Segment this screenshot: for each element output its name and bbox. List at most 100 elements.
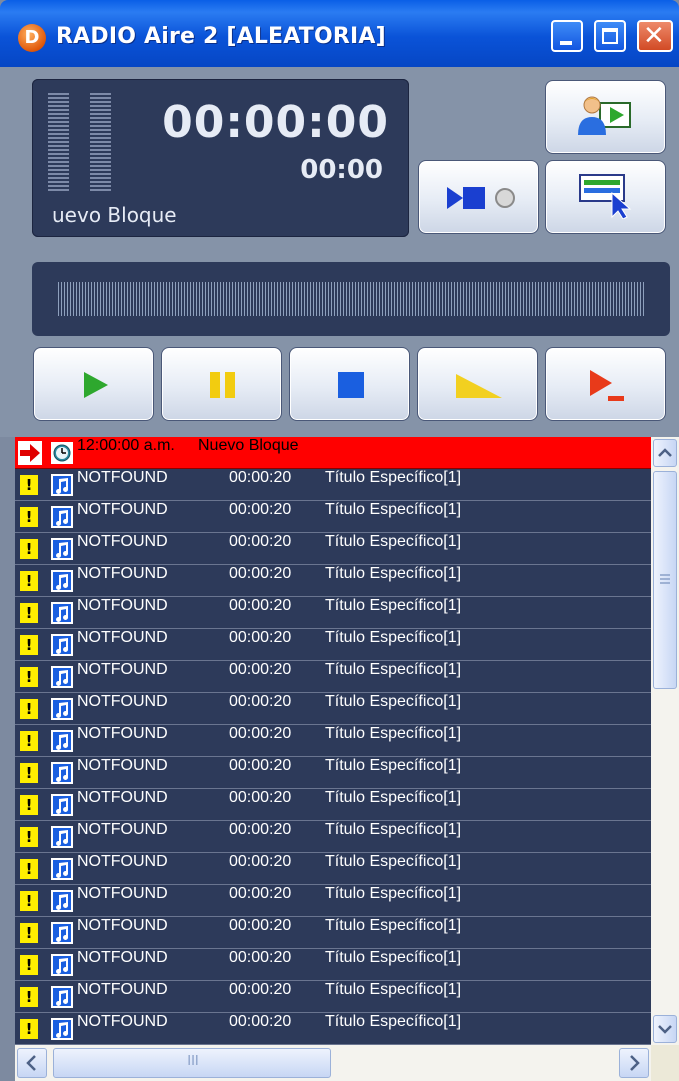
pause-icon <box>210 372 235 398</box>
row-duration: 00:00:20 <box>229 501 292 518</box>
clock-icon <box>51 442 73 464</box>
row-status: NOTFOUND <box>77 565 168 582</box>
close-icon: ✕ <box>643 21 665 51</box>
scroll-down-button[interactable] <box>653 1015 677 1043</box>
row-duration: 00:00:20 <box>229 469 292 486</box>
size-grip[interactable] <box>651 1045 679 1081</box>
warning-icon: ! <box>20 795 38 815</box>
row-title: Título Específico[1] <box>325 661 462 678</box>
row-title: Título Específico[1] <box>325 693 462 710</box>
play-stop-mode-button[interactable] <box>418 160 539 234</box>
music-note-icon <box>51 762 73 784</box>
vu-meter-left <box>48 93 69 191</box>
row-duration: 00:00:20 <box>229 533 292 550</box>
fade-out-button[interactable] <box>417 347 538 421</box>
block-name: Nuevo Bloque <box>198 437 299 454</box>
block-header-row[interactable]: 12:00:00 a.m. Nuevo Bloque <box>15 437 651 469</box>
warning-icon: ! <box>20 859 38 879</box>
warning-icon: ! <box>20 475 38 495</box>
table-row[interactable]: ! NOTFOUND 00:00:20 Título Específico[1] <box>15 1013 651 1045</box>
play-icon <box>84 372 108 398</box>
scroll-up-button[interactable] <box>653 439 677 467</box>
vu-meter-right <box>90 93 111 191</box>
table-row[interactable]: ! NOTFOUND 00:00:20 Título Específico[1] <box>15 661 651 693</box>
table-row[interactable]: ! NOTFOUND 00:00:20 Título Específico[1] <box>15 981 651 1013</box>
live-assist-button[interactable] <box>545 80 666 154</box>
stop-icon <box>338 372 364 398</box>
warning-icon: ! <box>20 731 38 751</box>
pause-button[interactable] <box>161 347 282 421</box>
row-duration: 00:00:20 <box>229 789 292 806</box>
chevron-left-icon <box>26 1055 36 1071</box>
row-title: Título Específico[1] <box>325 853 462 870</box>
stop-button[interactable] <box>289 347 410 421</box>
table-row[interactable]: ! NOTFOUND 00:00:20 Título Específico[1] <box>15 725 651 757</box>
table-row[interactable]: ! NOTFOUND 00:00:20 Título Específico[1] <box>15 821 651 853</box>
warning-icon: ! <box>20 603 38 623</box>
vertical-scrollbar[interactable] <box>651 437 679 1045</box>
row-status: NOTFOUND <box>77 725 168 742</box>
next-button[interactable] <box>545 347 666 421</box>
row-status: NOTFOUND <box>77 853 168 870</box>
table-row[interactable]: ! NOTFOUND 00:00:20 Título Específico[1] <box>15 885 651 917</box>
music-note-icon <box>51 922 73 944</box>
row-status: NOTFOUND <box>77 949 168 966</box>
waveform-bars <box>58 282 646 316</box>
row-title: Título Específico[1] <box>325 469 462 486</box>
chevron-up-icon <box>658 448 672 457</box>
row-status: NOTFOUND <box>77 1013 168 1030</box>
table-row[interactable]: ! NOTFOUND 00:00:20 Título Específico[1] <box>15 597 651 629</box>
scroll-left-button[interactable] <box>17 1048 47 1078</box>
vertical-scroll-thumb[interactable] <box>653 471 677 689</box>
row-status: NOTFOUND <box>77 693 168 710</box>
row-status: NOTFOUND <box>77 469 168 486</box>
table-row[interactable]: ! NOTFOUND 00:00:20 Título Específico[1] <box>15 469 651 501</box>
row-title: Título Específico[1] <box>325 885 462 902</box>
maximize-button[interactable] <box>594 20 626 52</box>
table-row[interactable]: ! NOTFOUND 00:00:20 Título Específico[1] <box>15 949 651 981</box>
close-button[interactable]: ✕ <box>637 20 673 52</box>
music-note-icon <box>51 858 73 880</box>
row-duration: 00:00:20 <box>229 661 292 678</box>
warning-icon: ! <box>20 667 38 687</box>
music-note-icon <box>51 890 73 912</box>
music-note-icon <box>51 506 73 528</box>
horizontal-scroll-thumb[interactable]: III <box>53 1048 331 1078</box>
title-bar[interactable]: D RADIO Aire 2 [ALEATORIA] ✕ <box>0 0 679 67</box>
row-duration: 00:00:20 <box>229 885 292 902</box>
table-row[interactable]: ! NOTFOUND 00:00:20 Título Específico[1] <box>15 917 651 949</box>
table-row[interactable]: ! NOTFOUND 00:00:20 Título Específico[1] <box>15 853 651 885</box>
music-note-icon <box>51 634 73 656</box>
horizontal-scrollbar[interactable]: III <box>15 1045 651 1081</box>
row-status: NOTFOUND <box>77 501 168 518</box>
maximize-icon <box>602 28 618 44</box>
table-row[interactable]: ! NOTFOUND 00:00:20 Título Específico[1] <box>15 757 651 789</box>
table-row[interactable]: ! NOTFOUND 00:00:20 Título Específico[1] <box>15 629 651 661</box>
row-status: NOTFOUND <box>77 789 168 806</box>
table-row[interactable]: ! NOTFOUND 00:00:20 Título Específico[1] <box>15 693 651 725</box>
warning-icon: ! <box>20 539 38 559</box>
table-row[interactable]: ! NOTFOUND 00:00:20 Título Específico[1] <box>15 789 651 821</box>
warning-icon: ! <box>20 923 38 943</box>
waveform-display[interactable] <box>32 262 670 336</box>
play-button[interactable] <box>33 347 154 421</box>
chevron-right-icon <box>630 1055 640 1071</box>
table-row[interactable]: ! NOTFOUND 00:00:20 Título Específico[1] <box>15 565 651 597</box>
select-item-button[interactable] <box>545 160 666 234</box>
elapsed-time: 00:00:00 <box>162 97 389 148</box>
row-status: NOTFOUND <box>77 821 168 838</box>
minimize-button[interactable] <box>551 20 583 52</box>
playlist[interactable]: 12:00:00 a.m. Nuevo Bloque ! NOTFOUND 00:0… <box>15 437 651 1045</box>
table-row[interactable]: ! NOTFOUND 00:00:20 Título Específico[1] <box>15 533 651 565</box>
row-status: NOTFOUND <box>77 629 168 646</box>
row-status: NOTFOUND <box>77 981 168 998</box>
music-note-icon <box>51 986 73 1008</box>
scroll-right-button[interactable] <box>619 1048 649 1078</box>
row-duration: 00:00:20 <box>229 917 292 934</box>
row-duration: 00:00:20 <box>229 821 292 838</box>
music-note-icon <box>51 794 73 816</box>
warning-icon: ! <box>20 763 38 783</box>
table-row[interactable]: ! NOTFOUND 00:00:20 Título Específico[1] <box>15 501 651 533</box>
row-title: Título Específico[1] <box>325 789 462 806</box>
app-icon[interactable]: D <box>18 24 46 52</box>
